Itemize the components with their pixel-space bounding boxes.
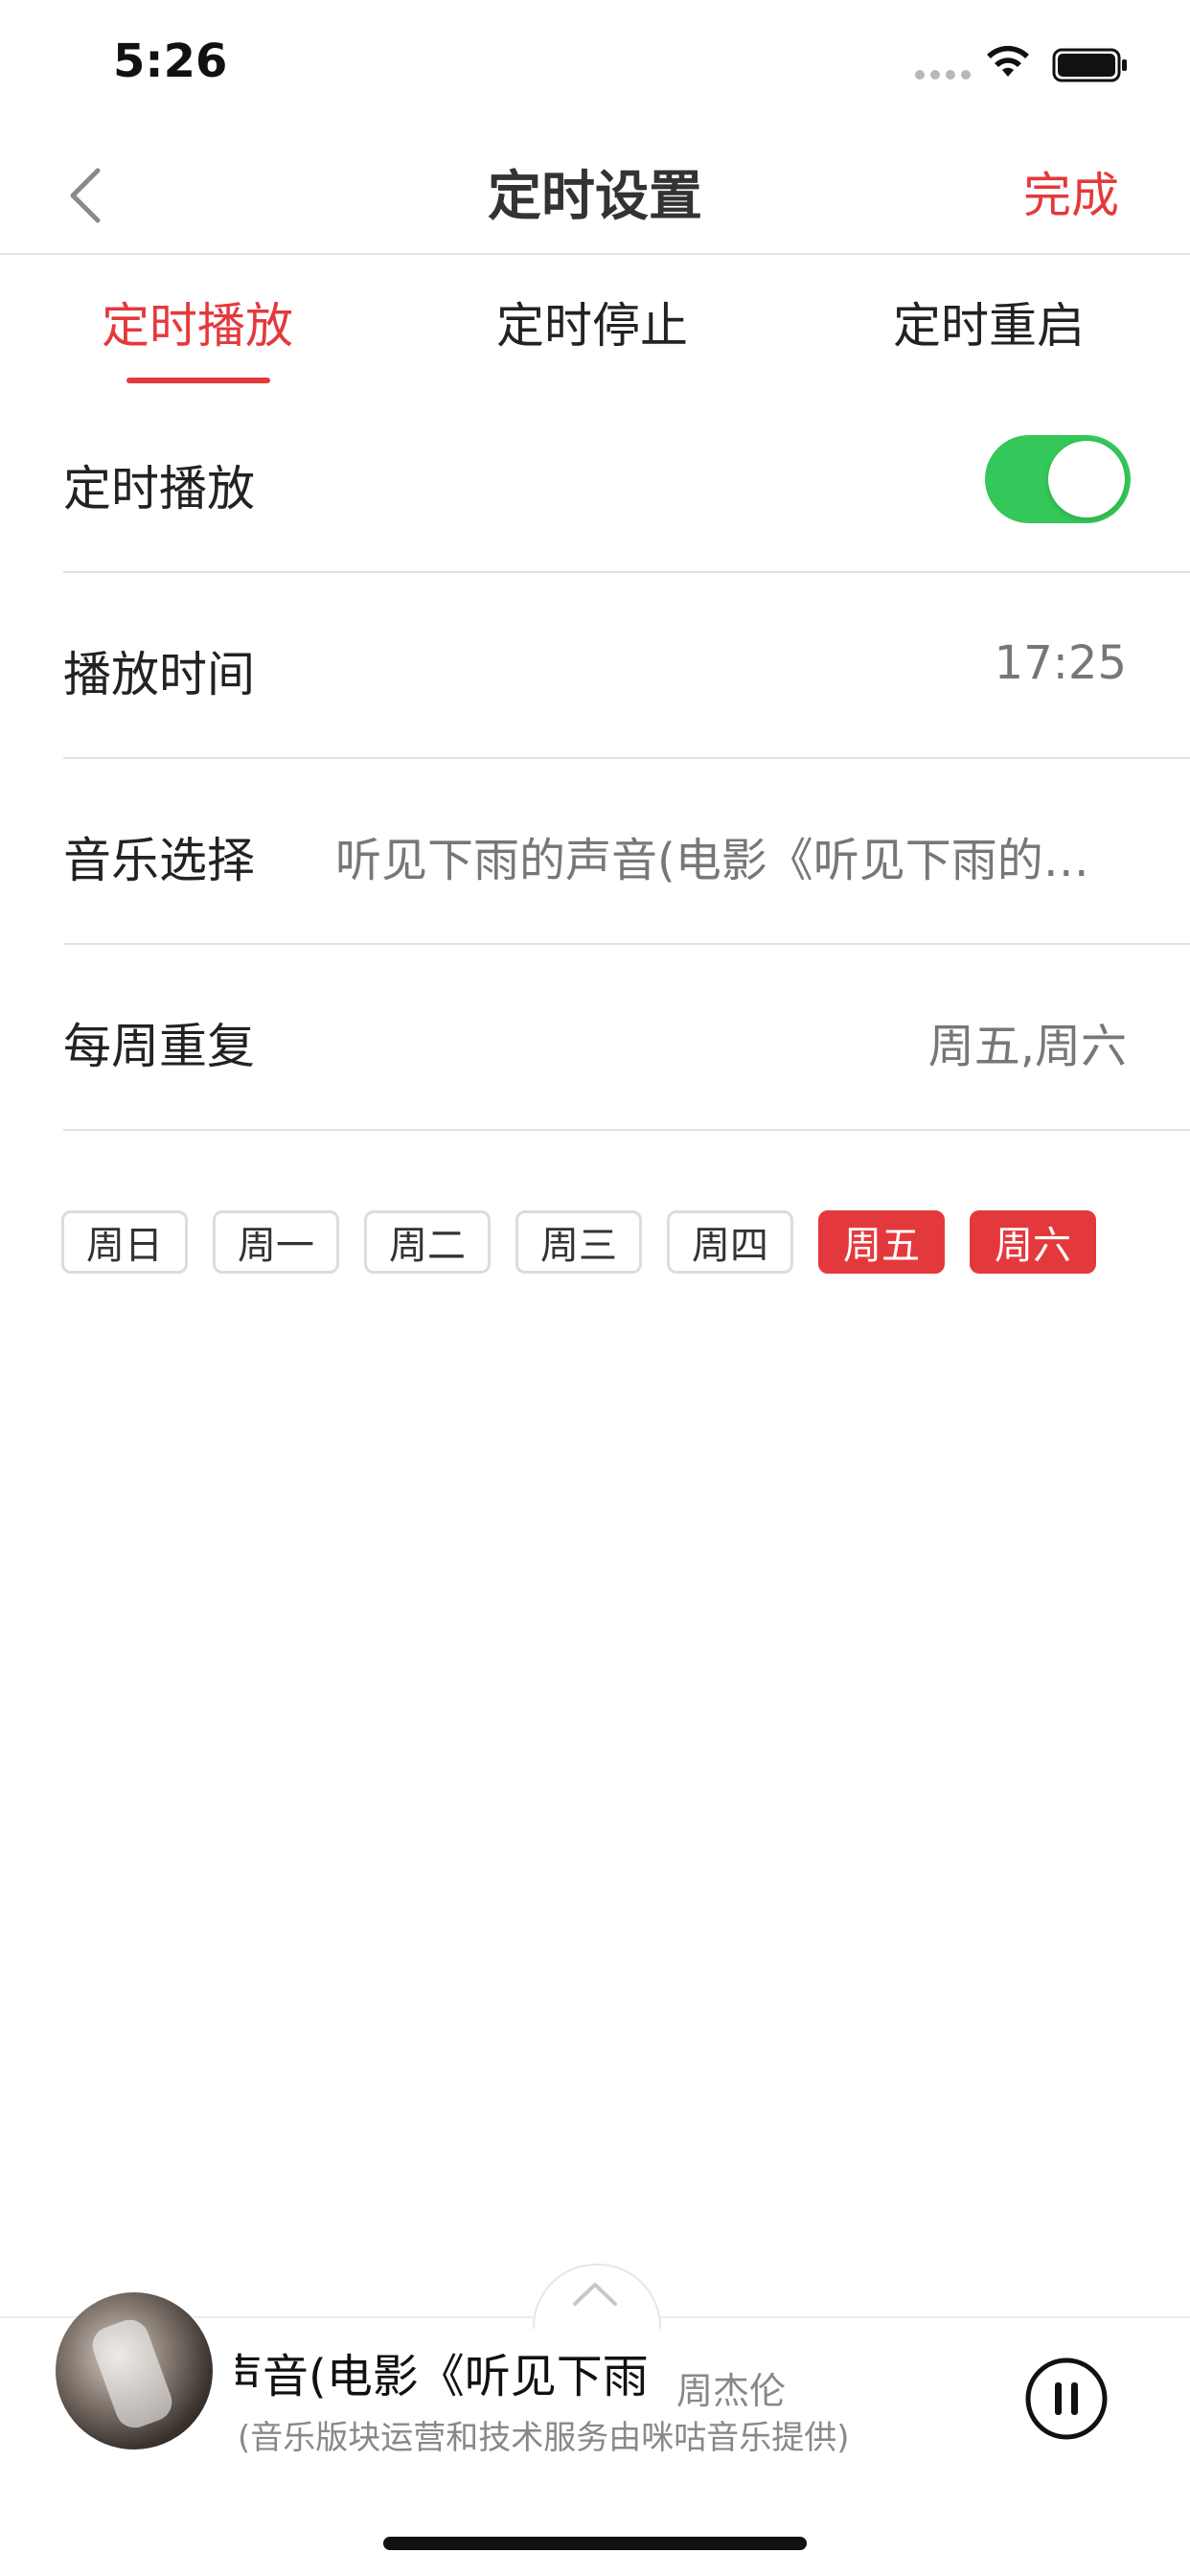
play-time-value[interactable]: 17:25: [995, 636, 1127, 690]
done-button[interactable]: 完成: [1023, 157, 1119, 226]
weekly-repeat-label: 每周重复: [63, 1019, 255, 1074]
weekday-selector: 周日 周一 周二 周三 周四 周五 周六: [61, 1210, 1096, 1274]
now-playing-title: 声音(电影《听见下雨: [236, 2350, 649, 2404]
status-time: 5:26: [113, 34, 228, 88]
divider: [63, 1129, 1190, 1131]
tab-scheduled-restart[interactable]: 定时重启: [845, 288, 1133, 356]
cellular-signal-icon: [915, 70, 971, 80]
pause-button[interactable]: [1025, 2358, 1108, 2440]
weekday-chip-thursday[interactable]: 周四: [667, 1210, 793, 1274]
wifi-icon: [987, 45, 1029, 77]
scheduled-play-toggle[interactable]: [985, 435, 1131, 523]
now-playing-title-marquee: 声音(电影《听见下雨: [236, 2338, 653, 2405]
weekday-chip-saturday[interactable]: 周六: [970, 1210, 1096, 1274]
divider: [63, 571, 1190, 573]
home-indicator: [383, 2537, 807, 2550]
battery-icon: [1052, 48, 1127, 82]
tab-scheduled-stop[interactable]: 定时停止: [448, 288, 736, 356]
music-selection-value[interactable]: 听见下雨的声音(电影《听见下雨的声音》主题曲): [335, 822, 1127, 889]
weekday-chip-wednesday[interactable]: 周三: [515, 1210, 642, 1274]
now-playing-artist: 周杰伦: [676, 2370, 787, 2412]
page-title: 定时设置: [488, 166, 702, 228]
weekly-repeat-value: 周五,周六: [927, 1020, 1127, 1073]
music-selection-label: 音乐选择: [63, 833, 255, 888]
play-time-label: 播放时间: [63, 647, 255, 702]
toggle-knob: [1048, 441, 1125, 518]
divider: [63, 757, 1190, 759]
weekday-chip-sunday[interactable]: 周日: [61, 1210, 188, 1274]
weekday-chip-monday[interactable]: 周一: [213, 1210, 339, 1274]
album-cover[interactable]: [56, 2292, 213, 2450]
weekday-chip-friday[interactable]: 周五: [818, 1210, 945, 1274]
chevron-up-icon: [573, 2283, 617, 2306]
weekday-chip-tuesday[interactable]: 周二: [364, 1210, 491, 1274]
scheduled-play-label: 定时播放: [63, 461, 255, 517]
tab-scheduled-play[interactable]: 定时播放: [54, 288, 341, 356]
service-provider-note: (音乐版块运营和技术服务由咪咕音乐提供): [238, 2419, 850, 2457]
divider: [63, 943, 1190, 945]
active-tab-indicator: [126, 378, 270, 383]
